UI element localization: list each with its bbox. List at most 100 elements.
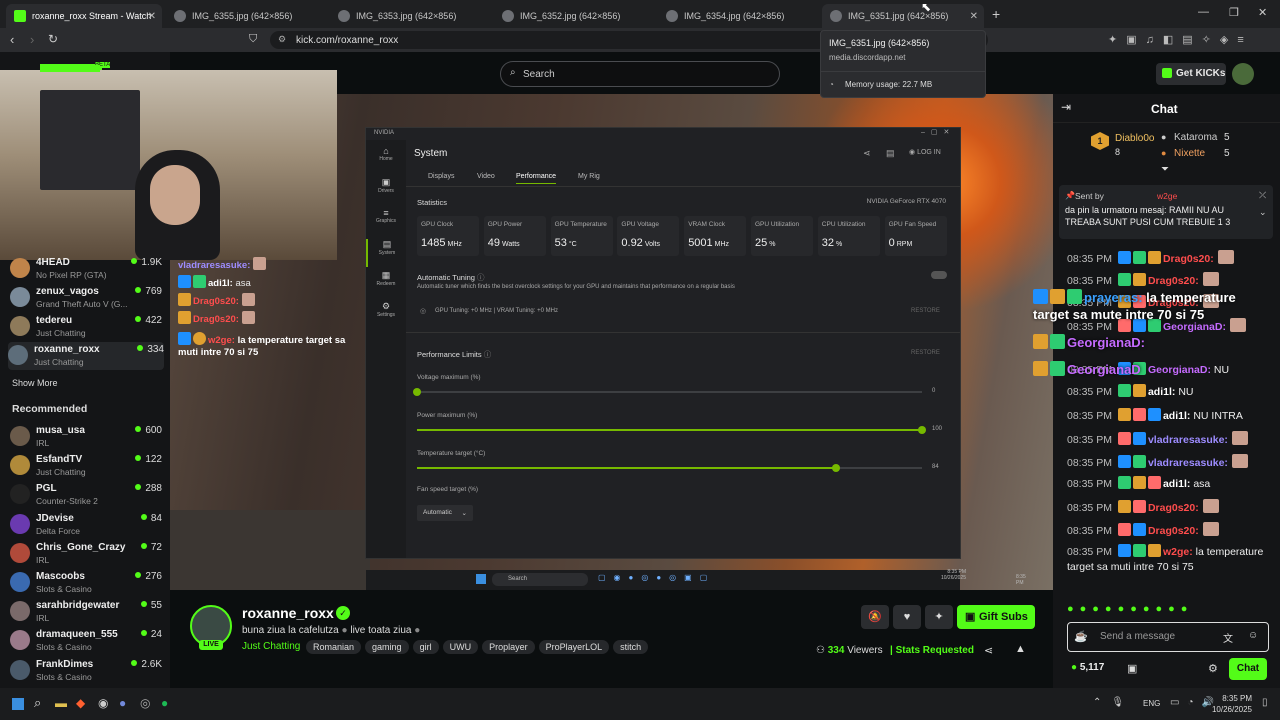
expand-leaderboard-icon[interactable]: ⏷	[1161, 164, 1169, 175]
chat-settings-icon[interactable]: ⚙	[1208, 662, 1218, 675]
nvidia-nav-graphics[interactable]: ≡ Graphics	[366, 208, 406, 236]
tab-img-6352[interactable]: IMG_6352.jpg (642×856)	[494, 4, 654, 28]
restore-tuning-button[interactable]: RESTORE	[911, 308, 940, 314]
share-icon[interactable]: ⋖	[863, 148, 871, 159]
stream-tag[interactable]: Romanian	[306, 640, 362, 654]
get-kicks-button[interactable]: Get KICKs	[1156, 63, 1226, 85]
close-tab-icon[interactable]: ✕	[970, 11, 978, 22]
mute-notifications-button[interactable]: 🔕	[861, 605, 889, 629]
nvidia-window-controls[interactable]: –▢✕	[921, 128, 955, 136]
minimize-icon[interactable]: —	[1198, 6, 1209, 18]
forward-icon[interactable]: ›	[30, 32, 34, 47]
sidebar-channel-chris_gone_crazy[interactable]: Chris_Gone_Crazy IRL 72	[10, 540, 162, 568]
sidebar-channel-dramaqueen_555[interactable]: dramaqueen_555 Slots & Casino 24	[10, 627, 162, 655]
restore-limits-button[interactable]: RESTORE	[911, 350, 940, 356]
tab-img-6355[interactable]: IMG_6355.jpg (642×856)	[166, 4, 326, 28]
message-user[interactable]: Drag0s20:	[1163, 253, 1214, 265]
search-icon[interactable]: ⌕	[34, 695, 41, 711]
chevron-down-icon[interactable]: ⌄	[1259, 207, 1267, 218]
sidebar-channel-sarahbridgewater[interactable]: sarahbridgewater IRL 55	[10, 598, 162, 626]
search-input[interactable]: ⌕ Search	[500, 61, 780, 87]
windows-start-icon[interactable]	[12, 698, 24, 710]
message-user[interactable]: vladraresasuke:	[1148, 457, 1228, 469]
stream-tag[interactable]: Proplayer	[482, 640, 535, 654]
leader-name[interactable]: Kataroma	[1174, 132, 1217, 143]
sidebar-channel-musa_usa[interactable]: musa_usa IRL 600	[10, 423, 162, 451]
slider-handle[interactable]	[832, 464, 841, 472]
stream-tag[interactable]: ProPlayerLOL	[538, 640, 610, 654]
slider-1[interactable]	[417, 426, 926, 434]
new-tab-icon[interactable]: +	[992, 6, 1000, 22]
site-info-icon[interactable]: ⚙	[278, 34, 286, 45]
share-icon[interactable]: ⋖	[984, 644, 993, 657]
sidebar-channel-zenux_vagos[interactable]: zenux_vagos Grand Theft Auto V (G... 769	[10, 284, 162, 312]
nvidia-nav-drivers[interactable]: ▣ Drivers	[366, 177, 406, 205]
extension-icons[interactable]: ✦▣♫◧▤✧◈≡	[1108, 33, 1253, 46]
message-user[interactable]: Drag0s20:	[1148, 525, 1199, 537]
message-user[interactable]: GeorgianaD:	[1148, 364, 1211, 376]
nvidia-tab-video[interactable]: Video	[477, 173, 495, 183]
system-clock[interactable]: 8:35 PM 10/26/2025	[1208, 693, 1252, 715]
notifications-icon[interactable]: ▯	[1262, 697, 1268, 708]
sidebar-channel-4head[interactable]: 4HEAD No Pixel RP (GTA) 1.9K	[10, 255, 162, 283]
auto-tuning-toggle[interactable]	[931, 271, 947, 279]
gift-icon[interactable]: ▣	[1127, 662, 1137, 675]
nvidia-tab-displays[interactable]: Displays	[428, 173, 454, 183]
sidebar-channel-mascoobs[interactable]: Mascoobs Slots & Casino 276	[10, 569, 162, 597]
message-user[interactable]: adi1l:	[1163, 410, 1190, 422]
tab-img-6353[interactable]: IMG_6353.jpg (642×856)	[330, 4, 490, 28]
message-user[interactable]: Drag0s20:	[1148, 275, 1199, 287]
nvidia-nav-home[interactable]: ⌂ Home	[366, 146, 406, 174]
avatar[interactable]	[1232, 63, 1254, 85]
nvidia-nav-system[interactable]: ▤ System	[366, 239, 406, 267]
leader-name[interactable]: Diablo0o	[1115, 133, 1154, 144]
stream-tag[interactable]: gaming	[365, 640, 409, 654]
stream-tag[interactable]: stitch	[613, 640, 649, 654]
report-icon[interactable]: ▲	[1015, 643, 1026, 655]
message-user[interactable]: adi1l:	[1148, 386, 1175, 398]
tab-img-6354[interactable]: IMG_6354.jpg (642×856)	[658, 4, 818, 28]
slider-2[interactable]	[417, 464, 922, 472]
app-icon[interactable]: ◉	[98, 696, 108, 710]
gift-subs-button[interactable]: ▣ Gift Subs	[957, 605, 1035, 629]
sidebar-channel-frankdimes[interactable]: FrankDimes Slots & Casino 2.6K	[10, 657, 162, 685]
message-user[interactable]: adi1l:	[1163, 478, 1190, 490]
close-tab-icon[interactable]: ✕	[148, 11, 156, 22]
tab-img-6351[interactable]: IMG_6351.jpg (642×856) ✕	[822, 4, 984, 28]
message-user[interactable]: vladraresasuke:	[1148, 434, 1228, 446]
nvidia-nav-redeem[interactable]: ▦ Redeem	[366, 270, 406, 298]
emoji-icon[interactable]: ☺	[1248, 630, 1258, 641]
translate-icon[interactable]: 文	[1223, 630, 1233, 645]
fan-speed-select[interactable]: Automatic ⌄	[417, 505, 473, 521]
sidebar-channel-tedereu[interactable]: tedereu Just Chatting 422	[10, 313, 162, 341]
send-chat-button[interactable]: Chat	[1229, 658, 1267, 680]
leader-name[interactable]: Nixette	[1174, 148, 1205, 159]
show-more-link[interactable]: Show More	[12, 378, 58, 388]
stream-tag[interactable]: girl	[412, 640, 439, 654]
language-indicator[interactable]: ENG	[1143, 699, 1160, 708]
sidebar-channel-esfandtv[interactable]: EsfandTV Just Chatting 122	[10, 452, 162, 480]
maximize-icon[interactable]: ❐	[1229, 6, 1239, 19]
channel-name[interactable]: roxanne_roxx	[242, 605, 334, 621]
follow-heart-button[interactable]: ♥	[893, 605, 921, 629]
discord-icon[interactable]: ●	[119, 696, 126, 710]
message-user[interactable]: w2ge:	[1163, 546, 1193, 558]
sidebar-channel-roxanne_roxx[interactable]: roxanne_roxx Just Chatting 334	[8, 342, 164, 370]
emote-quick-row[interactable]: ●●●●●●●●●●	[1067, 603, 1275, 617]
sidebar-channel-pgl[interactable]: PGL Counter-Strike 2 288	[10, 481, 162, 509]
collapse-chat-icon[interactable]: ⇥	[1061, 100, 1071, 114]
chat-input[interactable]: ☕ Send a message 文 ☺	[1067, 622, 1269, 652]
nvidia-tab-my-rig[interactable]: My Rig	[578, 173, 600, 183]
unpin-icon[interactable]: ⤫	[1259, 190, 1266, 201]
message-user[interactable]: Drag0s20:	[1148, 502, 1199, 514]
tray-icons[interactable]: ⌃🎙	[1093, 697, 1134, 708]
spotify-icon[interactable]: ●	[161, 696, 168, 710]
slider-0[interactable]	[413, 388, 922, 396]
feedback-icon[interactable]: ▤	[886, 148, 895, 159]
file-explorer-icon[interactable]: ▬	[55, 696, 67, 710]
steam-icon[interactable]: ◎	[140, 696, 150, 710]
nvidia-tab-performance[interactable]: Performance	[516, 173, 557, 184]
slider-handle[interactable]	[918, 426, 926, 434]
bookmark-icon[interactable]: ⛉	[249, 33, 257, 46]
nvidia-login[interactable]: ◉ LOG IN	[909, 148, 941, 156]
